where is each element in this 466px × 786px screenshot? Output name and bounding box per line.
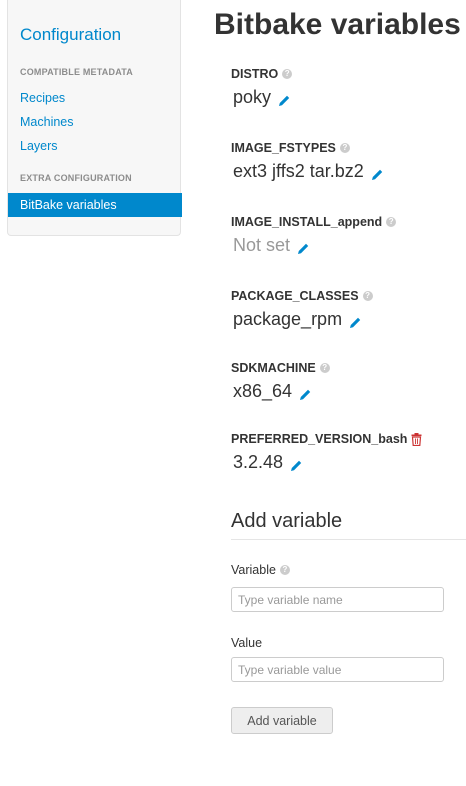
trash-icon[interactable] xyxy=(411,432,422,446)
variable-value-input[interactable] xyxy=(231,657,444,682)
variable-image-install-append: IMAGE_INSTALL_append? Not set xyxy=(231,215,397,256)
variable-name: PACKAGE_CLASSES xyxy=(231,289,359,303)
sidebar: Configuration COMPATIBLE METADATA Recipe… xyxy=(7,0,182,236)
page-title: Bitbake variables xyxy=(214,8,461,41)
variable-value: package_rpm xyxy=(233,309,343,329)
variable-name-input[interactable] xyxy=(231,587,444,612)
variable-preferred-version-bash: PREFERRED_VERSION_bash 3.2.48 xyxy=(231,432,422,473)
variable-value: Not set xyxy=(233,235,291,255)
sidebar-title: Configuration xyxy=(20,25,122,44)
pencil-icon[interactable] xyxy=(371,165,384,180)
pencil-icon[interactable] xyxy=(297,239,310,254)
sidebar-item-machines[interactable]: Machines xyxy=(20,115,74,129)
variable-value: ext3 jffs2 tar.bz2 xyxy=(233,161,364,181)
variable-value: 3.2.48 xyxy=(233,452,284,472)
pencil-icon[interactable] xyxy=(299,385,312,400)
add-variable-button[interactable]: Add variable xyxy=(231,707,333,734)
variable-value: x86_64 xyxy=(233,381,293,401)
variable-name: DISTRO xyxy=(231,67,279,81)
variable-name: IMAGE_FSTYPES xyxy=(231,141,336,155)
variable-distro: DISTRO? poky xyxy=(231,67,293,108)
sidebar-header-extra-configuration: EXTRA CONFIGURATION xyxy=(20,173,132,183)
variable-sdkmachine: SDKMACHINE? x86_64 xyxy=(231,361,330,402)
variable-image-fstypes: IMAGE_FSTYPES? ext3 jffs2 tar.bz2 xyxy=(231,141,384,182)
variable-label: Variable? xyxy=(231,563,290,577)
variable-name: SDKMACHINE xyxy=(231,361,316,375)
variable-name: PREFERRED_VERSION_bash xyxy=(231,432,408,446)
help-icon[interactable]: ? xyxy=(319,363,330,373)
pencil-icon[interactable] xyxy=(290,456,303,471)
help-icon[interactable]: ? xyxy=(386,217,397,227)
variable-label-text: Variable xyxy=(231,563,276,577)
sidebar-item-recipes[interactable]: Recipes xyxy=(20,91,65,105)
sidebar-item-bitbake-variables[interactable]: BitBake variables xyxy=(8,193,182,217)
variable-name: IMAGE_INSTALL_append xyxy=(231,215,383,229)
divider xyxy=(231,539,466,540)
help-icon[interactable]: ? xyxy=(362,291,373,301)
help-icon[interactable]: ? xyxy=(339,143,350,153)
help-icon[interactable]: ? xyxy=(279,565,290,575)
variable-package-classes: PACKAGE_CLASSES? package_rpm xyxy=(231,289,373,330)
sidebar-item-layers[interactable]: Layers xyxy=(20,139,58,153)
pencil-icon[interactable] xyxy=(349,313,362,328)
variable-value: poky xyxy=(233,87,272,107)
help-icon[interactable]: ? xyxy=(282,69,293,79)
add-variable-heading: Add variable xyxy=(231,510,343,532)
value-label: Value xyxy=(231,636,263,650)
sidebar-header-compatible-metadata: COMPATIBLE METADATA xyxy=(20,67,133,77)
pencil-icon[interactable] xyxy=(278,91,291,106)
